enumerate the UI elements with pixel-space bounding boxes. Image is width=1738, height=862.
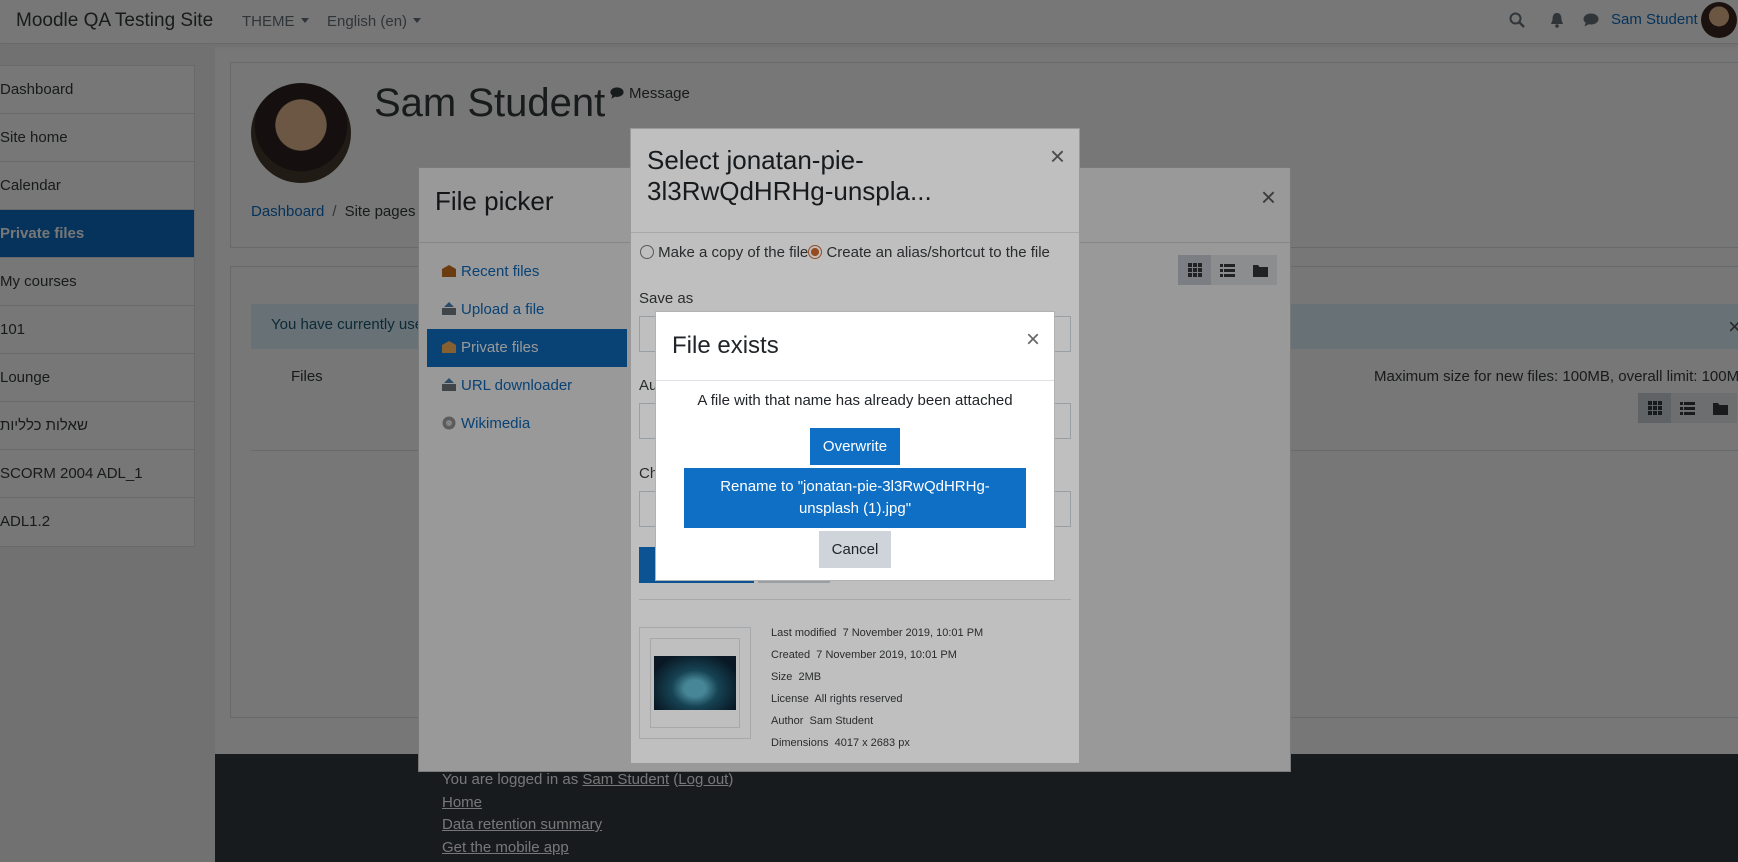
rename-button[interactable]: Rename to "jonatan-pie-3l3RwQdHRHg-unspl…	[684, 468, 1026, 528]
file-exists-message: A file with that name has already been a…	[697, 392, 1013, 409]
overwrite-button[interactable]: Overwrite	[810, 428, 900, 465]
close-icon[interactable]: ×	[1026, 326, 1040, 354]
file-exists-title: File exists	[672, 332, 779, 359]
divider	[656, 380, 1054, 381]
file-exists-dialog: File exists × A file with that name has …	[655, 311, 1055, 581]
cancel-button[interactable]: Cancel	[819, 531, 891, 568]
